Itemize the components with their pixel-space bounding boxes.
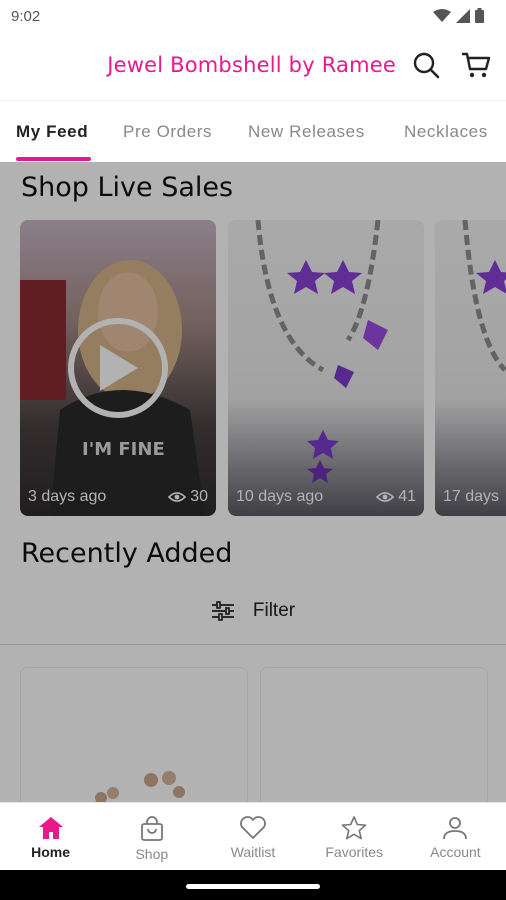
person-icon	[443, 817, 468, 840]
cart-icon	[462, 52, 491, 78]
system-navigation-bar	[0, 870, 506, 900]
heart-icon	[240, 816, 266, 839]
signal-icon	[456, 8, 470, 23]
bottom-navigation: Home Shop Waitlist Favorites Account	[0, 802, 506, 870]
product-card[interactable]	[20, 667, 248, 802]
status-time: 9:02	[11, 8, 41, 25]
filter-button[interactable]: Filter	[0, 577, 506, 645]
nav-waitlist-label: Waitlist	[230, 844, 276, 860]
live-sale-card[interactable]: I'M FINE 3 days ago 30	[20, 220, 216, 516]
live-sales-carousel[interactable]: I'M FINE 3 days ago 30 10 days ago 41 17…	[0, 220, 506, 516]
card-age: 17 days	[443, 488, 500, 505]
card-age: 10 days ago	[236, 488, 324, 505]
live-sale-card[interactable]: 10 days ago 41	[228, 220, 424, 516]
star-icon	[341, 816, 367, 840]
tab-necklaces[interactable]: Necklaces	[404, 122, 488, 142]
live-sale-card[interactable]: 17 days	[435, 220, 506, 516]
search-button[interactable]	[410, 49, 442, 81]
tab-new-releases[interactable]: New Releases	[248, 122, 365, 142]
play-button[interactable]	[68, 318, 168, 418]
product-card[interactable]	[260, 667, 488, 802]
nav-favorites[interactable]: Favorites	[304, 803, 405, 870]
nav-shop[interactable]: Shop	[101, 803, 202, 870]
product-thumbnail	[95, 771, 185, 802]
card-views: 30	[190, 488, 208, 505]
nav-home-label: Home	[31, 844, 71, 860]
status-bar: 9:02	[0, 0, 506, 32]
tab-my-feed[interactable]: My Feed	[16, 122, 88, 142]
app-header: Jewel Bombshell by Ramee	[0, 32, 506, 100]
jewelry-thumbnail	[255, 220, 388, 483]
nav-favorites-label: Favorites	[325, 844, 383, 860]
category-tabs: My Feed Pre Orders New Releases Necklace…	[0, 100, 506, 162]
nav-home[interactable]: Home	[0, 803, 101, 870]
sliders-icon	[211, 600, 234, 621]
recently-added-heading: Recently Added	[21, 538, 233, 569]
home-icon	[38, 817, 63, 839]
home-gesture-pill[interactable]	[186, 884, 320, 889]
search-icon	[413, 52, 440, 79]
tab-pre-orders[interactable]: Pre Orders	[123, 122, 212, 142]
feed-content: Shop Live Sales I'M FINE 3 days ago 30 1…	[0, 162, 506, 802]
wifi-icon	[433, 8, 451, 22]
live-sales-heading: Shop Live Sales	[21, 172, 234, 203]
active-tab-indicator	[16, 157, 91, 161]
battery-icon	[475, 8, 484, 23]
shopping-bag-icon	[140, 816, 163, 841]
nav-account[interactable]: Account	[405, 803, 506, 870]
nav-waitlist[interactable]: Waitlist	[202, 803, 303, 870]
filter-label: Filter	[252, 599, 296, 621]
play-icon	[100, 345, 138, 391]
eye-icon	[168, 492, 187, 502]
card-views: 41	[398, 488, 416, 505]
svg-text:I'M FINE: I'M FINE	[82, 439, 165, 460]
eye-icon	[376, 492, 395, 502]
jewelry-thumbnail	[462, 220, 506, 372]
cart-button[interactable]	[460, 49, 492, 81]
status-icons	[433, 8, 484, 23]
brand-title: Jewel Bombshell by Ramee	[107, 53, 396, 77]
card-age: 3 days ago	[28, 488, 107, 505]
nav-account-label: Account	[430, 844, 481, 860]
nav-shop-label: Shop	[135, 846, 169, 862]
